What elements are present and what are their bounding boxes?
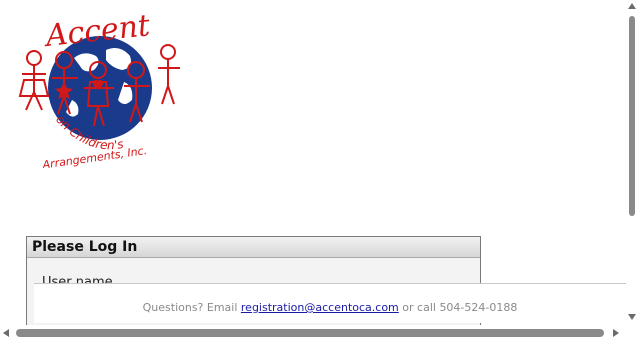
scroll-right-icon[interactable]	[613, 329, 619, 337]
company-logo: Accent on Children's Arrangements, Inc.	[14, 8, 186, 172]
vertical-scrollbar[interactable]	[626, 0, 640, 325]
scrollbar-corner	[626, 325, 640, 341]
login-title: Please Log In	[27, 237, 480, 258]
phone-number: 504-524-0188	[439, 301, 518, 314]
footer-prefix: Questions? Email	[142, 301, 241, 314]
logo-title: Accent	[41, 10, 152, 54]
horizontal-scroll-thumb[interactable]	[16, 329, 604, 337]
vertical-scroll-thumb[interactable]	[629, 16, 635, 216]
footer-middle: or call	[398, 301, 440, 314]
scroll-up-icon[interactable]	[628, 3, 636, 9]
scroll-down-icon[interactable]	[628, 314, 636, 320]
horizontal-scrollbar[interactable]	[0, 325, 626, 341]
email-link[interactable]: registration@accentoca.com	[241, 301, 399, 314]
footer-bar: Questions? Email registration@accentoca.…	[34, 283, 626, 323]
scroll-left-icon[interactable]	[3, 329, 9, 337]
footer-text: Questions? Email registration@accentoca.…	[34, 301, 626, 314]
